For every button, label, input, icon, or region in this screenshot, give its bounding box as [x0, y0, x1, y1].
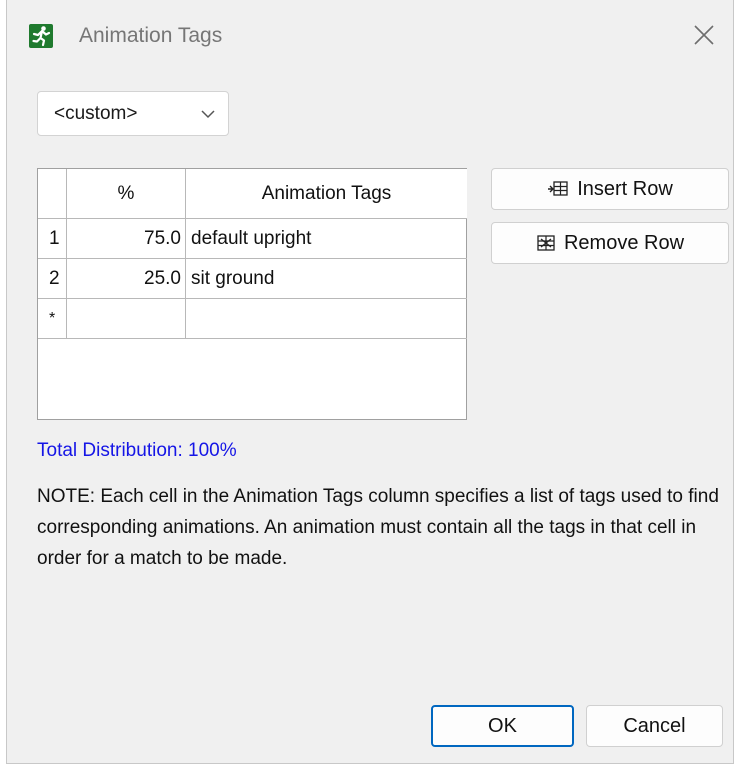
insert-row-label: Insert Row [577, 177, 673, 200]
animation-tags-dialog: Animation Tags <custom> % Animation Tags… [6, 0, 734, 764]
column-header-animation-tags[interactable]: Animation Tags [186, 169, 467, 219]
ok-button[interactable]: OK [431, 705, 574, 747]
preset-dropdown[interactable]: <custom> [37, 91, 229, 136]
close-button[interactable] [689, 20, 719, 50]
tags-cell[interactable]: sit ground [186, 259, 467, 299]
remove-row-icon [536, 234, 556, 252]
tags-cell[interactable]: default upright [186, 219, 467, 259]
percent-cell[interactable]: 25.0 [67, 259, 186, 299]
percent-cell[interactable] [67, 299, 186, 339]
insert-row-button[interactable]: Insert Row [491, 168, 729, 210]
row-header[interactable]: 1 [38, 219, 67, 259]
corner-header [38, 169, 67, 219]
animation-tags-table: % Animation Tags 1 75.0 default upright … [37, 168, 467, 420]
window-title: Animation Tags [79, 24, 223, 47]
note-text: NOTE: Each cell in the Animation Tags co… [37, 486, 719, 569]
chevron-down-icon [201, 110, 215, 119]
preset-selected-value: <custom> [54, 103, 138, 124]
running-figure-icon [29, 24, 53, 48]
column-header-percent[interactable]: % [67, 169, 186, 219]
remove-row-button[interactable]: Remove Row [491, 222, 729, 264]
total-distribution: Total Distribution: 100% [37, 440, 237, 461]
title-bar: Animation Tags [7, 0, 733, 76]
close-icon [694, 25, 714, 45]
tags-cell[interactable] [186, 299, 467, 339]
remove-row-label: Remove Row [563, 231, 685, 254]
insert-row-icon [547, 180, 569, 198]
cancel-button[interactable]: Cancel [586, 705, 723, 747]
percent-cell[interactable]: 75.0 [67, 219, 186, 259]
new-row-header[interactable]: * [38, 299, 67, 339]
row-header[interactable]: 2 [38, 259, 67, 299]
